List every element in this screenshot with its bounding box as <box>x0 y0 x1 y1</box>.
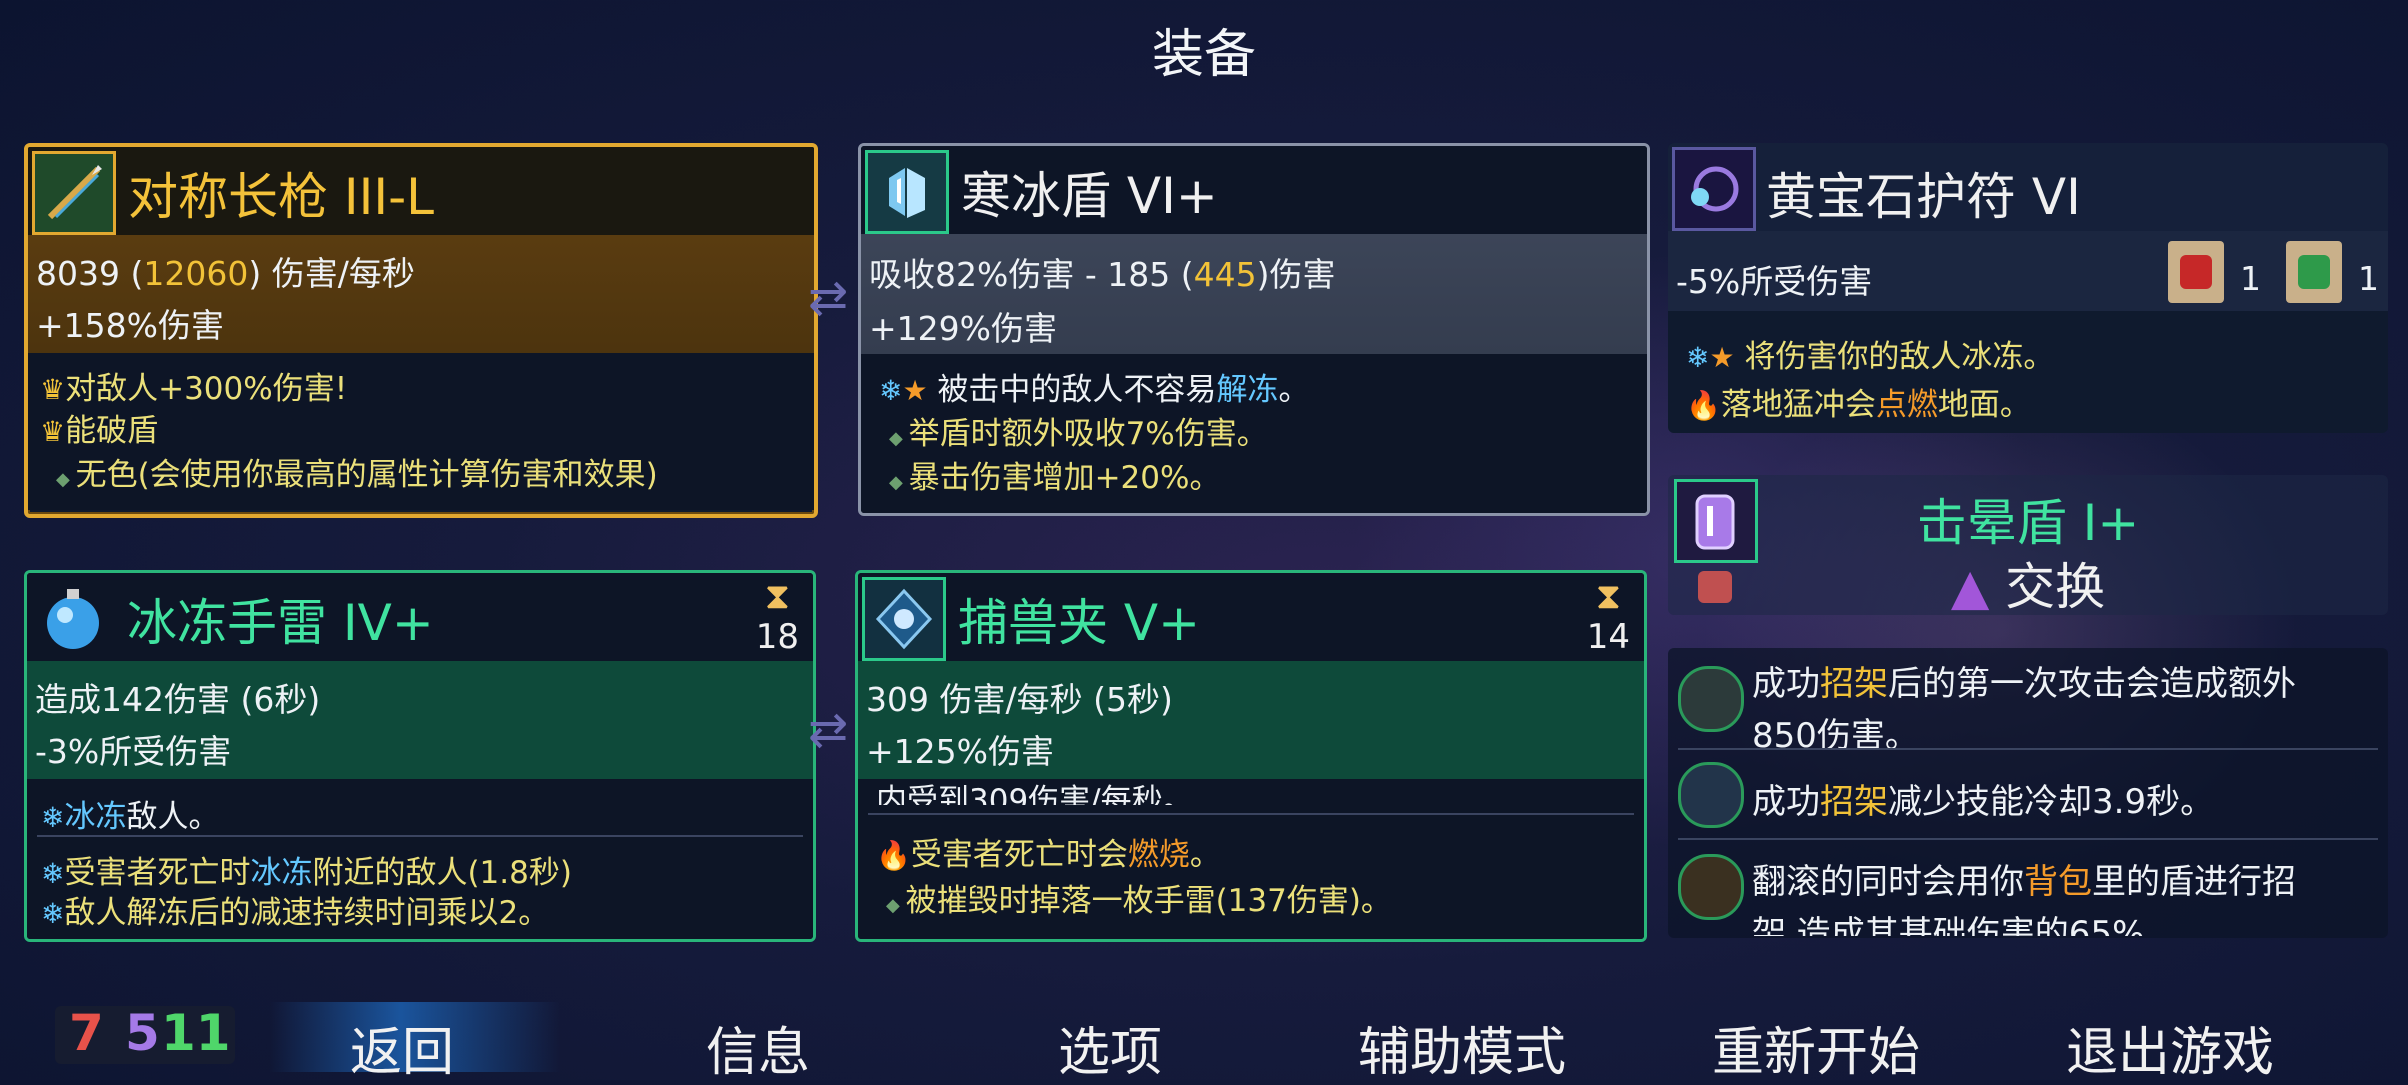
card-title: 对称长枪 III-L <box>128 168 435 226</box>
backpack-icon <box>1678 854 1744 920</box>
cooldown-icon <box>1678 762 1744 828</box>
options-button[interactable]: 选项 <box>1058 1010 1162 1085</box>
counter-red: 7 <box>69 1004 104 1062</box>
ice-shield-icon <box>865 150 949 234</box>
affix-line: ❄冰冻敌人。 <box>41 799 220 835</box>
affix-line: ♛能破盾 <box>40 413 159 449</box>
equipment-card-ice-shield[interactable]: 寒冰盾 VI+ 吸收82%伤害 - 185 (445)伤害 +129%伤害 ❄★… <box>858 143 1650 516</box>
page-title: 装备 <box>1151 25 1256 85</box>
fire-icon: 🔥 <box>876 839 911 872</box>
affix-line: 架,造成其基础伤害的65%。 <box>1752 914 2179 936</box>
equipment-card-trap[interactable]: 捕兽夹 V+ ⧗ 14 309 伤害/每秒 (5秒) +125%伤害 内受到30… <box>855 570 1647 942</box>
fire-icon: 🔥 <box>1686 389 1721 422</box>
equipment-card-grenade[interactable]: 冰冻手雷 IV+ ⧗ 18 造成142伤害 (6秒) -3%所受伤害 ❄冰冻敌人… <box>24 570 816 942</box>
star-icon: ★ <box>1709 341 1735 374</box>
affix-line: ❄敌人解冻后的减速持续时间乘以2。 <box>41 895 550 931</box>
cell-counter: 7 5 11 <box>55 1004 235 1064</box>
counter-purple: 5 <box>125 1004 160 1062</box>
affix-line: ◆ 暴击伤害增加+20%。 <box>889 460 1221 496</box>
affix-line: ❄★ 将伤害你的敌人冰冻。 <box>1686 339 2055 375</box>
back-button[interactable]: 返回 <box>350 1010 454 1085</box>
hourglass-icon: ⧗ <box>1595 576 1621 617</box>
swap-label: ▲ 交换 <box>1950 558 2106 615</box>
card-title: 冰冻手雷 IV+ <box>127 594 434 652</box>
spear-icon <box>32 151 116 235</box>
equipment-card-spear[interactable]: 对称长枪 III-L 8039 (12060) 伤害/每秒 +158%伤害 ♛对… <box>24 143 818 518</box>
affix-line: ◆ 被摧毁时掉落一枚手雷(137伤害)。 <box>886 883 1392 919</box>
swap-arrow-icon: ⇄ <box>808 270 849 326</box>
equipment-card-stun-shield[interactable]: 击晕盾 I+ ▲ 交换 <box>1668 475 2388 615</box>
affix-line: ◆ 举盾时额外吸收7%伤害。 <box>889 416 1268 452</box>
damage-bonus: +129%伤害 <box>869 309 1057 348</box>
swap-arrow-icon: ⇄ <box>808 702 849 758</box>
affix-line: 🔥落地猛冲会点燃地面。 <box>1686 387 2031 423</box>
damage-bonus: +158%伤害 <box>36 306 224 345</box>
parry-icon <box>1678 666 1744 732</box>
absorb-stat: 吸收82%伤害 - 185 (445)伤害 <box>869 255 1336 294</box>
assist-mode-button[interactable]: 辅助模式 <box>1358 1010 1566 1085</box>
scroll-count: 1 <box>2240 259 2261 298</box>
boot-icon: ▲ <box>1950 558 1990 615</box>
scroll-icon <box>2168 241 2224 303</box>
affix-line: ♛对敌人+300%伤害! <box>40 371 348 407</box>
card-title: 黄宝石护符 VI <box>1766 168 2081 226</box>
stun-shield-affixes: 成功招架后的第一次攻击会造成额外 850伤害。 成功招架减少技能冷却3.9秒。 … <box>1668 648 2388 938</box>
affix-line: 内受到309伤害/每秒。 <box>876 783 1194 805</box>
crown-icon: ♛ <box>40 373 66 406</box>
damage-stat: 造成142伤害 (6秒) <box>35 680 321 719</box>
snowflake-icon: ❄ <box>41 801 65 834</box>
hourglass-icon: ⧗ <box>764 576 790 617</box>
info-button[interactable]: 信息 <box>706 1010 810 1085</box>
affix-line: ◆ 无色(会使用你最高的属性计算伤害和效果) <box>56 457 658 493</box>
affix-line: ❄★ 被击中的敌人不容易解冻。 <box>879 372 1310 408</box>
affix-line: 翻滚的同时会用你背包里的盾进行招 <box>1752 862 2296 902</box>
trap-icon <box>862 577 946 661</box>
affix-line: 成功招架减少技能冷却3.9秒。 <box>1752 782 2215 822</box>
scroll-count: 1 <box>2358 259 2379 298</box>
snowflake-icon: ❄ <box>41 857 65 890</box>
quit-game-button[interactable]: 退出游戏 <box>2066 1010 2274 1085</box>
damage-bonus: +125%伤害 <box>866 732 1054 771</box>
restart-button[interactable]: 重新开始 <box>1712 1010 1920 1085</box>
defense-stat: -5%所受伤害 <box>1676 262 1873 301</box>
card-title: 寒冰盾 VI+ <box>961 167 1218 225</box>
equipment-card-amulet[interactable]: 黄宝石护符 VI -5%所受伤害 1 1 ❄★ 将伤害你的敌人冰冻。 🔥落地猛冲… <box>1668 143 2388 433</box>
star-icon: ★ <box>902 374 928 407</box>
damage-stat: 8039 (12060) 伤害/每秒 <box>36 254 415 293</box>
card-title: 捕兽夹 V+ <box>958 594 1200 652</box>
amulet-icon <box>1672 147 1756 231</box>
defense-stat: -3%所受伤害 <box>35 732 232 771</box>
snowflake-icon: ❄ <box>879 374 903 407</box>
damage-stat: 309 伤害/每秒 (5秒) <box>866 680 1173 719</box>
snowflake-icon: ❄ <box>41 897 65 930</box>
cooldown-timer: ⧗ 14 <box>1586 576 1630 658</box>
affix-line: 成功招架后的第一次攻击会造成额外 <box>1752 664 2296 704</box>
counter-green: 11 <box>161 1004 231 1062</box>
affix-line: 🔥受害者死亡时会燃烧。 <box>876 837 1221 873</box>
grenade-icon <box>31 577 115 661</box>
crown-icon: ♛ <box>40 415 66 448</box>
snowflake-icon: ❄ <box>1686 341 1710 374</box>
cooldown-timer: ⧗ 18 <box>755 576 799 658</box>
scroll-icon <box>2286 241 2342 303</box>
card-title: 击晕盾 I+ <box>1916 494 2140 552</box>
affix-line: ❄受害者死亡时冰冻附近的敌人(1.8秒) <box>41 855 572 891</box>
